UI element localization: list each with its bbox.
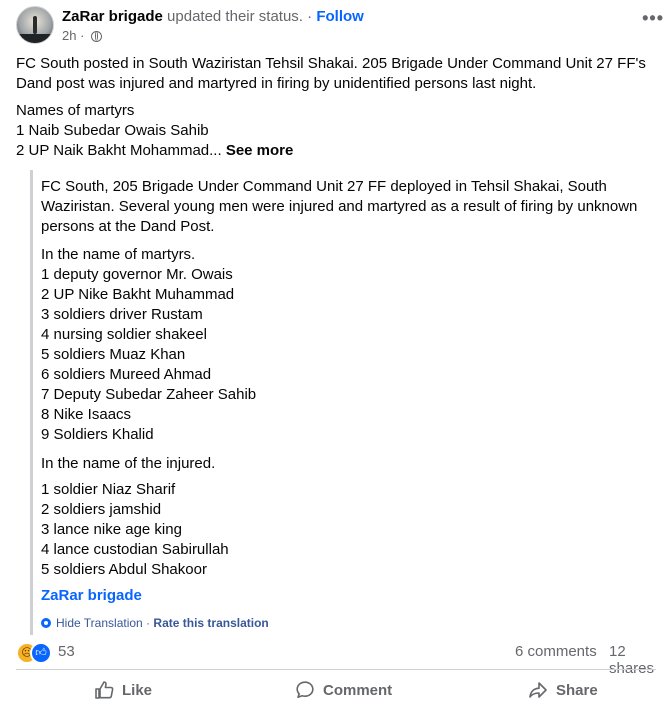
names-heading: Names of martyrs: [16, 102, 135, 119]
comment-button[interactable]: Comment: [295, 672, 392, 708]
post-header: ZaRar brigade updated their status. · Fo…: [16, 6, 656, 46]
like-button[interactable]: Like: [94, 672, 152, 708]
injured-item: 4 lance custodian Sabirullah: [41, 541, 229, 558]
martyr-item: 4 nursing soldier shakeel: [41, 326, 207, 343]
avatar-figure: [33, 16, 37, 34]
martyr-item: 6 soldiers Mureed Ahmad: [41, 366, 212, 383]
header-line: ZaRar brigade updated their status. · Fo…: [62, 8, 364, 25]
comments-count[interactable]: 6 comments: [515, 643, 597, 660]
translation-footer: Hide Translation · Rate this translation: [41, 616, 269, 630]
martyr-item: 7 Deputy Subedar Zaheer Sahib: [41, 386, 257, 403]
share-label: Share: [556, 681, 598, 699]
see-more-link[interactable]: See more: [226, 142, 294, 159]
translation-paragraph: FC South, 205 Brigade Under Command Unit…: [41, 178, 638, 235]
martyrs-heading: In the name of martyrs.: [41, 246, 196, 263]
header-separator: ·: [307, 8, 313, 25]
globe-icon: [91, 31, 103, 42]
martyr-item: 8 Nike Isaacs: [41, 406, 132, 423]
translation-block: FC South, 205 Brigade Under Command Unit…: [30, 170, 663, 635]
martyr-line-2-text: 2 UP Naik Bakht Mohammad...: [16, 142, 222, 159]
injured-heading: In the name of the injured.: [41, 455, 216, 472]
comment-label: Comment: [323, 681, 393, 699]
martyr-line-1: 1 Naib Subedar Owais Sahib: [16, 122, 209, 139]
comment-bubble-icon: [296, 681, 314, 698]
share-arrow-icon: [529, 682, 547, 698]
action-bar: Like Comment Share: [0, 672, 672, 710]
post-time[interactable]: 2h: [62, 28, 76, 43]
translation-source-link[interactable]: ZaRar brigade: [41, 587, 142, 604]
like-label: Like: [122, 681, 153, 699]
martyr-item: 9 Soldiers Khalid: [41, 426, 154, 443]
injured-item: 2 soldiers jamshid: [41, 501, 162, 518]
follow-button[interactable]: Follow: [316, 8, 364, 25]
share-button[interactable]: Share: [528, 672, 598, 708]
status-action: updated their status.: [167, 8, 303, 25]
martyr-item: 2 UP Nike Bakht Muhammad: [41, 286, 235, 303]
facebook-post: ZaRar brigade updated their status. · Fo…: [0, 0, 672, 713]
footer-separator: ·: [146, 616, 151, 630]
post-meta: 2h ·: [62, 28, 103, 43]
hide-translation-link[interactable]: Hide Translation: [56, 616, 143, 630]
martyr-line-2: 2 UP Naik Bakht Mohammad... See more: [16, 141, 666, 161]
rate-translation-link[interactable]: Rate this translation: [153, 616, 268, 630]
injured-item: 5 soldiers Abdul Shakoor: [41, 561, 207, 578]
reaction-count[interactable]: 53: [58, 643, 75, 660]
thumbs-up-icon: [95, 681, 114, 699]
avatar[interactable]: [16, 6, 54, 44]
reactions-row: ☹ 👍︎ 53 6 comments 12 shares: [16, 641, 666, 677]
martyr-item: 5 soldiers Muaz Khan: [41, 346, 186, 363]
divider: [16, 669, 656, 670]
martyr-item: 3 soldiers driver Rustam: [41, 306, 203, 323]
more-options-icon[interactable]: •••: [642, 8, 664, 29]
injured-item: 1 soldier Niaz Sharif: [41, 481, 176, 498]
martyr-item: 1 deputy governor Mr. Owais: [41, 266, 233, 283]
post-paragraph: FC South posted in South Waziristan Tehs…: [16, 55, 646, 92]
meta-separator: ·: [80, 28, 85, 43]
like-thumb-icon[interactable]: 👍︎: [30, 642, 52, 664]
avatar-ground: [17, 34, 53, 43]
author-name[interactable]: ZaRar brigade: [62, 8, 163, 25]
injured-item: 3 lance nike age king: [41, 521, 182, 538]
translate-gear-icon[interactable]: [41, 618, 51, 628]
